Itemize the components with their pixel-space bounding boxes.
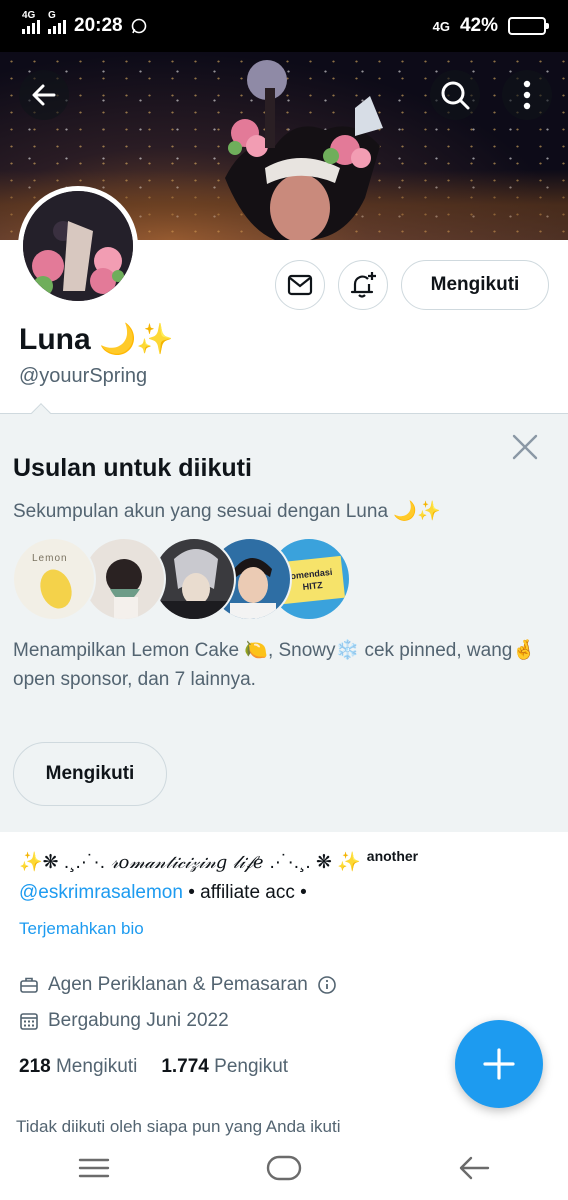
message-button[interactable] — [275, 260, 325, 310]
profile-name: Luna 🌙✨ — [19, 323, 174, 356]
bell-plus-icon — [350, 272, 376, 298]
info-icon[interactable] — [317, 975, 337, 995]
category-row: Agen Periklanan & Pemasaran — [19, 974, 337, 996]
panel-caret — [31, 403, 51, 423]
joined-row: Bergabung Juni 2022 — [19, 1010, 229, 1032]
follow-all-button[interactable]: Mengikuti — [13, 742, 167, 806]
follow-counts: 218 Mengikuti 1.774 Pengikut — [19, 1056, 288, 1078]
joined-text: Bergabung Juni 2022 — [48, 1010, 229, 1031]
lemon-icon — [40, 569, 72, 609]
suggestions-subtitle: Sekumpulan akun yang sesuai dengan Luna … — [13, 501, 441, 522]
calendar-icon — [20, 1013, 38, 1030]
search-button[interactable] — [430, 70, 480, 120]
briefcase-icon — [20, 977, 38, 993]
suggestions-panel: Usulan untuk diikuti Sekumpulan akun yan… — [0, 403, 568, 832]
bio-decoration: ✨❋ .¸.·˙·. — [19, 852, 106, 873]
suggestions-title: Usulan untuk diikuti — [13, 454, 252, 482]
back-button[interactable] — [19, 70, 69, 120]
avatar-photo — [154, 549, 234, 619]
suggested-avatar-label: Lemon — [32, 553, 68, 564]
clock: 20:28 — [74, 15, 123, 36]
bio-script-text: 𝓇𝑜𝓂𝒶𝓃𝓉𝒾𝒸𝒾𝓏𝒾𝓃𝑔 𝓁𝒾𝒻𝑒 — [111, 851, 264, 873]
signal-icon: 4G — [22, 10, 40, 34]
profile-handle: @youurSpring — [19, 365, 148, 387]
not-followed-note: Tidak diikuti oleh siapa pun yang Anda i… — [16, 1117, 341, 1136]
followers-number: 1.774 — [161, 1056, 209, 1077]
followers-count[interactable]: 1.774 Pengikut — [161, 1056, 288, 1078]
bio-mention-link[interactable]: @eskrimrasalemon — [19, 882, 183, 903]
search-icon — [441, 81, 470, 110]
category-text: Agen Periklanan & Pemasaran — [48, 974, 308, 995]
network-type-1: 4G — [22, 10, 36, 21]
battery-percent: 42% — [459, 15, 498, 36]
bio-text: • affiliate acc • — [182, 882, 307, 903]
more-options-button[interactable] — [502, 70, 552, 120]
following-button[interactable]: Mengikuti — [401, 260, 549, 310]
avatar-photo — [106, 559, 142, 619]
following-count[interactable]: 218 Mengikuti — [19, 1056, 137, 1078]
recent-apps-icon[interactable] — [78, 1157, 110, 1179]
status-bar: 4G G 20:28 4G 42% — [0, 0, 568, 52]
home-icon[interactable] — [266, 1155, 302, 1181]
signal-icon-2: G — [48, 10, 66, 34]
network-type-3: 4G — [432, 18, 450, 34]
bio-tail: another — [366, 848, 419, 864]
suggested-avatars[interactable]: Lemon omendasi HITZ — [12, 537, 352, 621]
bio-decoration: .·˙·.¸. ❋ ✨ — [269, 852, 361, 873]
following-label: Mengikuti — [55, 1056, 138, 1077]
arrow-left-icon — [32, 84, 56, 106]
profile-avatar[interactable] — [18, 186, 138, 306]
notifications-button[interactable] — [338, 260, 388, 310]
back-nav-icon[interactable] — [458, 1155, 490, 1181]
compose-tweet-button[interactable] — [455, 1020, 543, 1108]
battery-icon — [508, 17, 549, 35]
close-icon[interactable] — [510, 432, 540, 462]
network-type-2: G — [48, 10, 56, 21]
suggestions-description: Menampilkan Lemon Cake 🍋, Snowy❄️ cek pi… — [13, 640, 537, 690]
followers-label: Pengikut — [214, 1056, 289, 1077]
following-number: 218 — [19, 1056, 51, 1077]
plus-icon — [483, 1048, 515, 1080]
translate-bio-link[interactable]: Terjemahkan bio — [19, 919, 144, 939]
suggested-avatar[interactable]: Lemon — [12, 537, 96, 621]
bio-line-1: ✨❋ .¸.·˙·. 𝓇𝑜𝓂𝒶𝓃𝓉𝒾𝒸𝒾𝓏𝒾𝓃𝑔 𝓁𝒾𝒻𝑒 .·˙·.¸. ❋ … — [19, 848, 419, 874]
banner-artwork — [225, 60, 383, 240]
system-nav-bar — [0, 1136, 568, 1200]
avatar-image — [23, 191, 133, 301]
bio-line-2: @eskrimrasalemon • affiliate acc • — [19, 882, 307, 904]
more-vertical-icon — [523, 80, 531, 110]
envelope-icon — [287, 274, 313, 296]
whatsapp-icon — [131, 18, 146, 34]
